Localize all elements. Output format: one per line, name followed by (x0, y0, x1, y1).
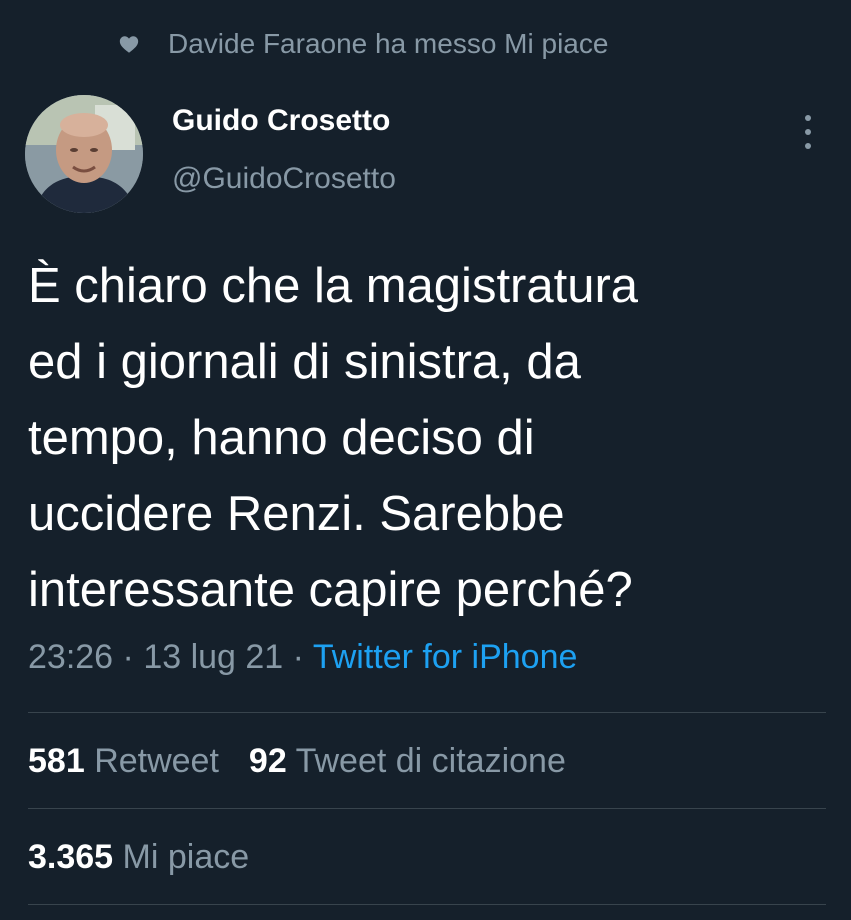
quote-tweets-link[interactable]: 92 Tweet di citazione (249, 742, 566, 780)
likes-label: Mi piace (122, 838, 250, 876)
avatar[interactable] (25, 95, 143, 213)
divider (28, 712, 826, 713)
meta-separator: · (283, 638, 313, 676)
divider (28, 808, 826, 809)
tweet-time[interactable]: 23:26 (28, 638, 113, 676)
retweets-link[interactable]: 581 Retweet (28, 742, 219, 780)
retweets-count: 581 (28, 742, 85, 780)
tweet-meta: 23:26 · 13 lug 21 · Twitter for iPhone (28, 638, 577, 677)
social-context-text: Davide Faraone ha messo Mi piace (168, 28, 609, 59)
quote-tweets-count: 92 (248, 742, 287, 780)
quote-tweets-label: Tweet di citazione (295, 742, 566, 780)
more-options-dot (805, 129, 811, 135)
avatar-image (25, 95, 143, 213)
more-options-icon[interactable] (796, 115, 820, 149)
tweet-source-link[interactable]: Twitter for iPhone (313, 638, 578, 676)
social-context: Davide Faraone ha messo Mi piace (118, 28, 608, 60)
heart-icon (119, 36, 139, 53)
tweet-detail-screen: Davide Faraone ha messo Mi piace Guido C… (0, 0, 851, 920)
author-handle[interactable]: @GuidoCrosetto (172, 162, 396, 196)
more-options-dot (805, 115, 811, 121)
divider (28, 904, 826, 905)
more-options-dot (805, 143, 811, 149)
tweet-text: È chiaro che la magistratura ed i giorna… (28, 259, 639, 617)
retweet-stats-row: 581 Retweet 92 Tweet di citazione (28, 742, 566, 781)
retweets-label: Retweet (94, 742, 219, 780)
likes-stats-row: 3.365 Mi piace (28, 838, 249, 877)
likes-link[interactable]: 3.365 Mi piace (28, 838, 249, 876)
author-name[interactable]: Guido Crosetto (172, 104, 390, 138)
meta-separator: · (113, 638, 144, 676)
likes-count: 3.365 (28, 838, 114, 876)
tweet-date[interactable]: 13 lug 21 (143, 638, 283, 676)
